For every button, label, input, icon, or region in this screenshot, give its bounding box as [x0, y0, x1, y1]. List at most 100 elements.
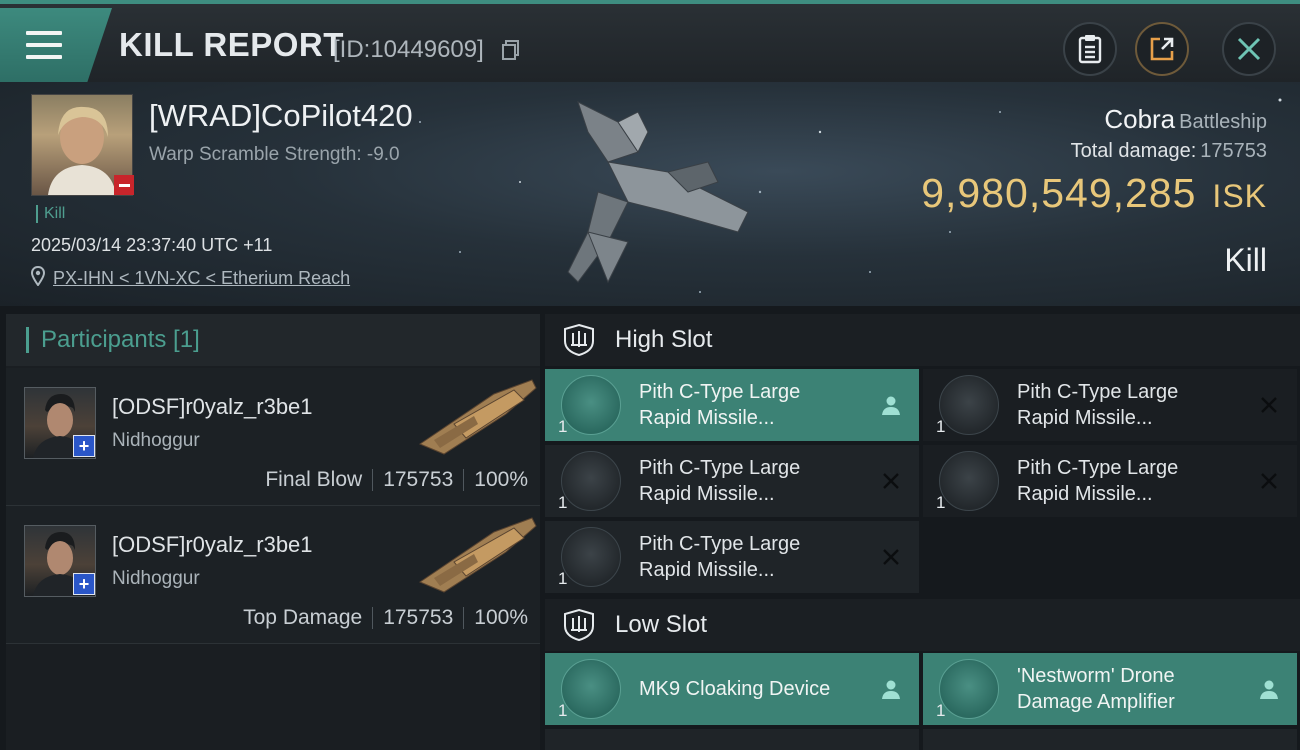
- destroyed-x-icon: [1261, 473, 1277, 489]
- participants-panel: Participants [1] + [ODSF]r0yalz_r3be1 Ni…: [6, 314, 540, 750]
- module-quantity: 1: [558, 701, 568, 720]
- participant-ship-render: [418, 517, 537, 593]
- module-name: Pith C-Type Large Rapid Missile...: [1017, 379, 1252, 431]
- title-bar: KILL REPORT [ID:10449609]: [0, 0, 1300, 82]
- missile-launcher-icon: [939, 375, 999, 435]
- victim-ship-render: [567, 101, 749, 284]
- close-icon: [1237, 37, 1261, 61]
- participant-ship-render: [418, 379, 537, 455]
- destroyed-x-icon: [883, 473, 899, 489]
- missile-launcher-icon: [561, 375, 621, 435]
- module-name-line2: Rapid Missile...: [639, 483, 775, 505]
- isk-value: 9,980,549,285 ISK: [921, 170, 1267, 217]
- participants-title: Participants [1]: [41, 326, 200, 353]
- module-quantity: 1: [936, 417, 946, 436]
- module-name-line2: Rapid Missile...: [1017, 407, 1153, 429]
- module-name-line1: Pith C-Type Large: [1017, 457, 1179, 479]
- participant-damage: 175753: [383, 606, 454, 629]
- high-slot-icon: [564, 323, 594, 357]
- module-tile[interactable]: 1 Pith C-Type Large Rapid Missile...: [545, 369, 919, 441]
- destroyed-x-icon: [883, 549, 899, 565]
- module-quantity: 1: [558, 569, 568, 588]
- module-tile-partial[interactable]: [545, 729, 919, 750]
- cloaking-device-icon: [561, 659, 621, 719]
- kill-tag: Kill: [36, 205, 65, 223]
- module-name-line1: 'Nestworm' Drone: [1017, 665, 1175, 687]
- missile-launcher-icon: [561, 527, 621, 587]
- participant-stats: Final Blow 175753 100%: [265, 468, 528, 492]
- share-button[interactable]: [1135, 22, 1189, 76]
- victim-name[interactable]: [WRAD]CoPilot420: [149, 98, 413, 134]
- module-name-line1: Pith C-Type Large: [639, 381, 801, 403]
- menu-button[interactable]: [0, 8, 112, 82]
- module-name: Pith C-Type Large Rapid Missile...: [639, 531, 874, 583]
- fitted-person-icon: [882, 396, 900, 415]
- participant-role: Final Blow: [265, 468, 363, 491]
- participant-row[interactable]: + [ODSF]r0yalz_r3be1 Nidhoggur Final Blo…: [6, 368, 540, 506]
- participant-ship: Nidhoggur: [112, 430, 200, 451]
- participant-damage: 175753: [383, 468, 454, 491]
- close-button[interactable]: [1222, 22, 1276, 76]
- clipboard-icon: [1078, 35, 1102, 64]
- module-tile-partial[interactable]: [923, 729, 1297, 750]
- low-slot-title: Low Slot: [615, 611, 708, 638]
- victim-panel: [WRAD]CoPilot420 Warp Scramble Strength:…: [0, 82, 1300, 306]
- kill-timestamp: 2025/03/14 23:37:40 UTC +11: [31, 235, 273, 255]
- module-name-line2: Rapid Missile...: [1017, 483, 1153, 505]
- copy-icon[interactable]: [502, 40, 520, 60]
- isk-amount: 9,980,549,285: [921, 170, 1197, 216]
- module-tile[interactable]: 1 Pith C-Type Large Rapid Missile...: [545, 521, 919, 593]
- friendly-badge: +: [73, 435, 95, 457]
- module-name: Pith C-Type Large Rapid Missile...: [1017, 455, 1252, 507]
- fitted-person-icon: [1260, 680, 1278, 699]
- kill-location-link[interactable]: PX-IHN < 1VN-XC < Etherium Reach: [53, 268, 350, 289]
- module-name: Pith C-Type Large Rapid Missile...: [639, 379, 874, 431]
- module-name-line1: Pith C-Type Large: [639, 457, 801, 479]
- page-title: KILL REPORT: [119, 26, 344, 63]
- high-slot-title: High Slot: [615, 326, 713, 353]
- module-tile[interactable]: 1 Pith C-Type Large Rapid Missile...: [545, 445, 919, 517]
- ship-name: Cobra: [1104, 104, 1176, 134]
- module-quantity: 1: [558, 417, 568, 436]
- location-pin-icon: [31, 266, 45, 286]
- participant-row[interactable]: + [ODSF]r0yalz_r3be1 Nidhoggur Top Damag…: [6, 506, 540, 644]
- module-name-line1: MK9 Cloaking Device: [639, 678, 831, 700]
- module-name: Pith C-Type Large Rapid Missile...: [639, 455, 874, 507]
- module-tile[interactable]: 1 Pith C-Type Large Rapid Missile...: [923, 445, 1297, 517]
- module-name-line2: Rapid Missile...: [639, 559, 775, 581]
- fitted-person-icon: [882, 680, 900, 699]
- module-quantity: 1: [558, 493, 568, 512]
- high-slot-header: High Slot: [545, 314, 1300, 366]
- low-slot-icon: [564, 608, 594, 642]
- module-tile[interactable]: 1 'Nestworm' Drone Damage Amplifier: [923, 653, 1297, 725]
- module-name-line1: Pith C-Type Large: [1017, 381, 1179, 403]
- total-damage: Total damage: 175753: [1071, 140, 1267, 163]
- clipboard-button[interactable]: [1063, 22, 1117, 76]
- participant-name[interactable]: [ODSF]r0yalz_r3be1: [112, 394, 313, 420]
- total-damage-value: 175753: [1200, 140, 1267, 162]
- participant-percent: 100%: [474, 468, 528, 491]
- module-name-line2: Rapid Missile...: [639, 407, 775, 429]
- participant-role: Top Damage: [243, 606, 363, 629]
- victim-ship[interactable]: Cobra Battleship: [1104, 104, 1267, 135]
- low-slot-header: Low Slot: [545, 599, 1300, 651]
- participants-header: Participants [1]: [6, 314, 540, 366]
- isk-unit: ISK: [1212, 178, 1267, 214]
- module-name-line1: Pith C-Type Large: [639, 533, 801, 555]
- participant-name[interactable]: [ODSF]r0yalz_r3be1: [112, 532, 313, 558]
- module-tile[interactable]: 1 Pith C-Type Large Rapid Missile...: [923, 369, 1297, 441]
- destroyed-x-icon: [1261, 397, 1277, 413]
- module-name-line2: Damage Amplifier: [1017, 691, 1175, 713]
- missile-launcher-icon: [561, 451, 621, 511]
- participant-ship: Nidhoggur: [112, 568, 200, 589]
- missile-launcher-icon: [939, 451, 999, 511]
- participant-percent: 100%: [474, 606, 528, 629]
- total-damage-label: Total damage:: [1070, 140, 1197, 162]
- module-quantity: 1: [936, 701, 946, 720]
- module-quantity: 1: [936, 493, 946, 512]
- module-tile[interactable]: 1 MK9 Cloaking Device: [545, 653, 919, 725]
- module-name: MK9 Cloaking Device: [639, 676, 874, 702]
- warp-scramble-strength: Warp Scramble Strength: -9.0: [149, 144, 400, 165]
- friendly-badge: +: [73, 573, 95, 595]
- ship-class: Battleship: [1179, 111, 1267, 133]
